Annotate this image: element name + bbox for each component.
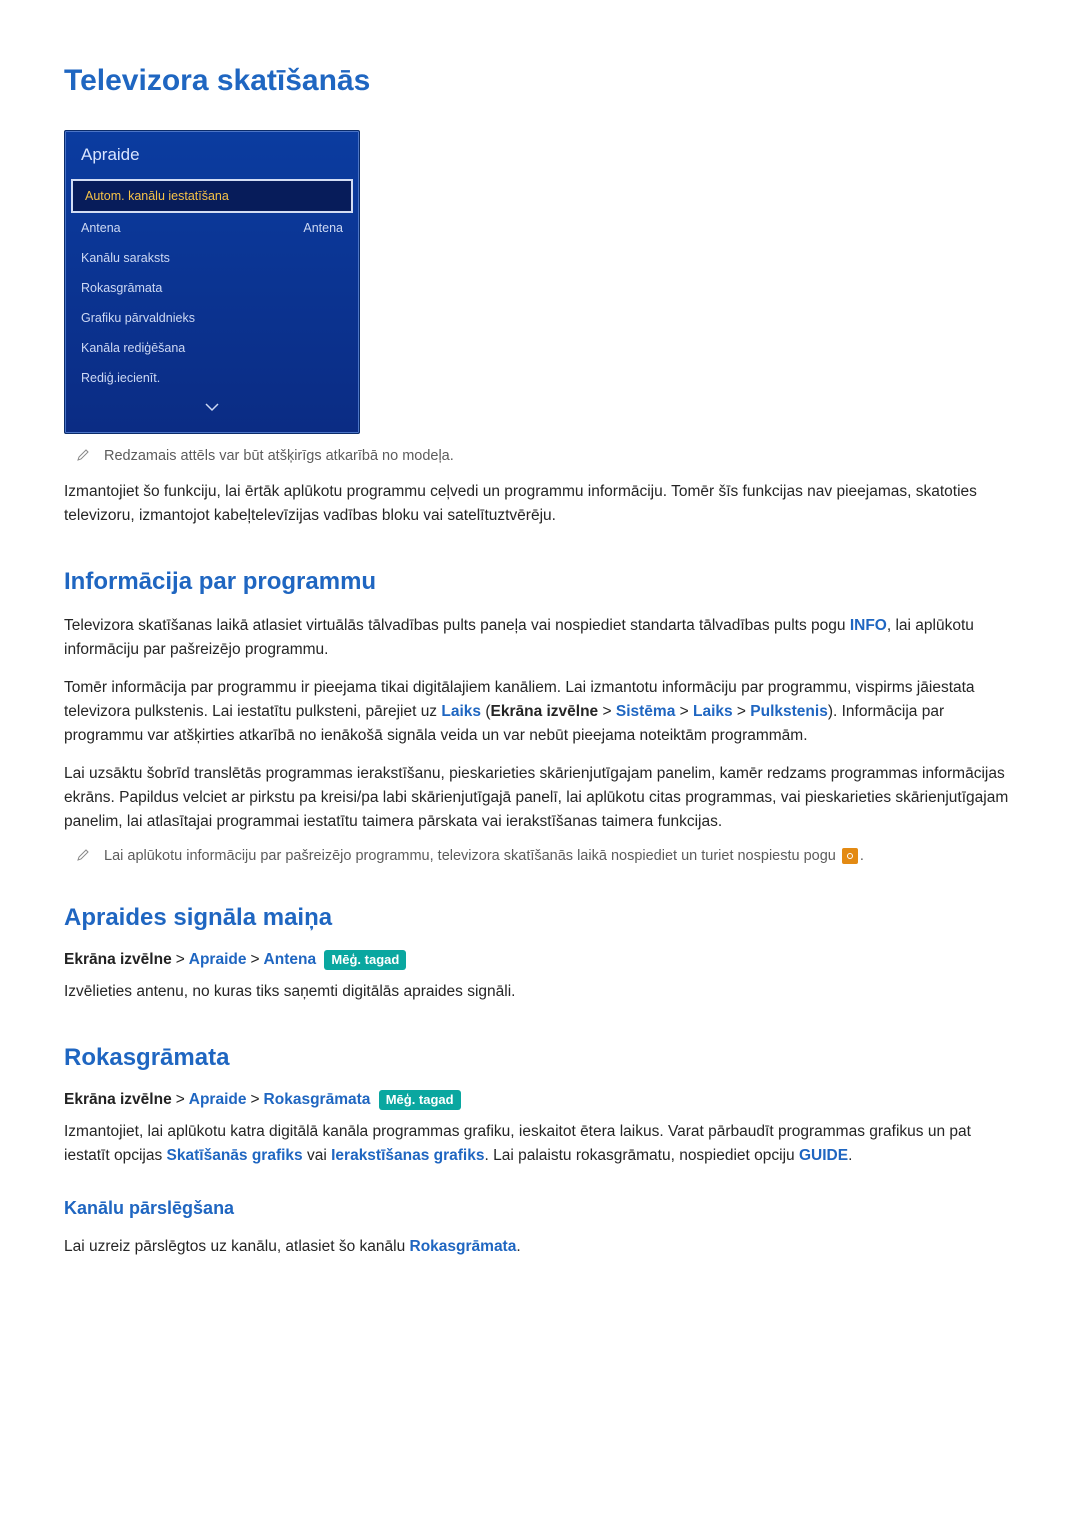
s1-paragraph-3: Lai uzsāktu šobrīd translētās programmas…: [64, 762, 1020, 834]
note-text: Redzamais attēls var būt atšķirīgs atkar…: [104, 448, 454, 464]
time-keyword-2: Laiks: [693, 703, 733, 720]
note-icon: [76, 848, 90, 862]
text-fragment: .: [516, 1238, 520, 1255]
note-icon: [76, 448, 90, 462]
page-title: Televizora skatīšanās: [64, 64, 1020, 98]
remote-button-icon: [842, 848, 858, 864]
menu-item-schedule-manager: Grafiku pārvaldnieks: [69, 303, 355, 333]
menu-item-channel-list: Kanālu saraksts: [69, 243, 355, 273]
s3-paragraph-1: Izmantojiet, lai aplūkotu katra digitālā…: [64, 1120, 1020, 1168]
menu-item-label: Rokasgrāmata: [81, 281, 162, 295]
menu-path: Ekrāna izvēlne>Apraide>Rokasgrāmata Mēģ.…: [64, 1090, 1020, 1110]
guide-keyword: Rokasgrāmata: [410, 1238, 517, 1255]
screen-menu-keyword: Ekrāna izvēlne: [490, 703, 598, 720]
menu-item-label: Rediģ.iecienīt.: [81, 371, 160, 385]
text-fragment: Lai uzreiz pārslēgtos uz kanālu, atlasie…: [64, 1238, 410, 1255]
antenna-path-segment: Antena: [264, 951, 317, 968]
text-fragment: .: [860, 848, 864, 864]
try-now-button[interactable]: Mēģ. tagad: [324, 950, 406, 970]
text-fragment: .: [848, 1147, 852, 1164]
clock-keyword: Pulkstenis: [750, 703, 828, 720]
menu-more-below: [69, 393, 355, 425]
menu-item-auto-tuning: Autom. kanālu iestatīšana: [71, 179, 353, 213]
text-fragment: vai: [303, 1147, 331, 1164]
intro-paragraph: Izmantojiet šo funkciju, lai ērtāk aplūk…: [64, 480, 1020, 528]
heading-guide: Rokasgrāmata: [64, 1044, 1020, 1072]
try-now-button[interactable]: Mēģ. tagad: [379, 1090, 461, 1110]
guide-button-keyword: GUIDE: [799, 1147, 848, 1164]
screen-menu-path-segment: Ekrāna izvēlne: [64, 1091, 172, 1108]
menu-item-edit-favourites: Rediģ.iecienīt.: [69, 363, 355, 393]
s1-paragraph-2: Tomēr informācija par programmu ir pieej…: [64, 676, 1020, 748]
pencil-icon: [76, 448, 90, 462]
menu-item-edit-channel: Kanāla rediģēšana: [69, 333, 355, 363]
menu-item-antenna: Antena Antena: [69, 213, 355, 243]
broadcast-path-segment: Apraide: [189, 951, 247, 968]
menu-item-value: Antena: [303, 221, 343, 235]
text-fragment: Lai aplūkotu informāciju par pašreizējo …: [104, 848, 840, 864]
text-fragment: >: [598, 703, 616, 720]
screen-menu-path-segment: Ekrāna izvēlne: [64, 951, 172, 968]
broadcast-path-segment: Apraide: [189, 1091, 247, 1108]
info-keyword: INFO: [850, 617, 887, 634]
heading-channel-switching: Kanālu pārslēgšana: [64, 1198, 1020, 1219]
broadcast-menu-screenshot: Apraide Autom. kanālu iestatīšana Antena…: [64, 130, 360, 434]
text-fragment: >: [675, 703, 693, 720]
menu-item-guide: Rokasgrāmata: [69, 273, 355, 303]
text-fragment: >: [733, 703, 751, 720]
menu-item-label: Autom. kanālu iestatīšana: [85, 189, 229, 203]
pencil-icon: [76, 848, 90, 862]
menu-path: Ekrāna izvēlne>Apraide>Antena Mēģ. tagad: [64, 950, 1020, 970]
system-keyword: Sistēma: [616, 703, 675, 720]
chevron-down-icon: [204, 402, 220, 412]
menu-item-label: Kanāla rediģēšana: [81, 341, 185, 355]
menu-item-label: Kanālu saraksts: [81, 251, 170, 265]
s2-paragraph-1: Izvēlieties antenu, no kuras tiks saņemt…: [64, 980, 1020, 1004]
heading-change-broadcast-signal: Apraides signāla maiņa: [64, 904, 1020, 932]
menu-item-label: Antena: [81, 221, 121, 235]
heading-programme-info: Informācija par programmu: [64, 568, 1020, 596]
record-schedule-keyword: Ierakstīšanas grafiks: [331, 1147, 484, 1164]
broadcast-menu-header: Apraide: [65, 131, 359, 175]
s1-paragraph-1: Televizora skatīšanas laikā atlasiet vir…: [64, 614, 1020, 662]
text-fragment: Televizora skatīšanas laikā atlasiet vir…: [64, 617, 850, 634]
text-fragment: . Lai palaistu rokasgrāmatu, nospiediet …: [484, 1147, 799, 1164]
menu-item-label: Grafiku pārvaldnieks: [81, 311, 195, 325]
time-keyword: Laiks: [441, 703, 481, 720]
view-schedule-keyword: Skatīšanās grafiks: [167, 1147, 303, 1164]
guide-path-segment: Rokasgrāmata: [264, 1091, 371, 1108]
note-text: Lai aplūkotu informāciju par pašreizējo …: [104, 848, 864, 864]
s3-sub-paragraph: Lai uzreiz pārslēgtos uz kanālu, atlasie…: [64, 1235, 1020, 1259]
